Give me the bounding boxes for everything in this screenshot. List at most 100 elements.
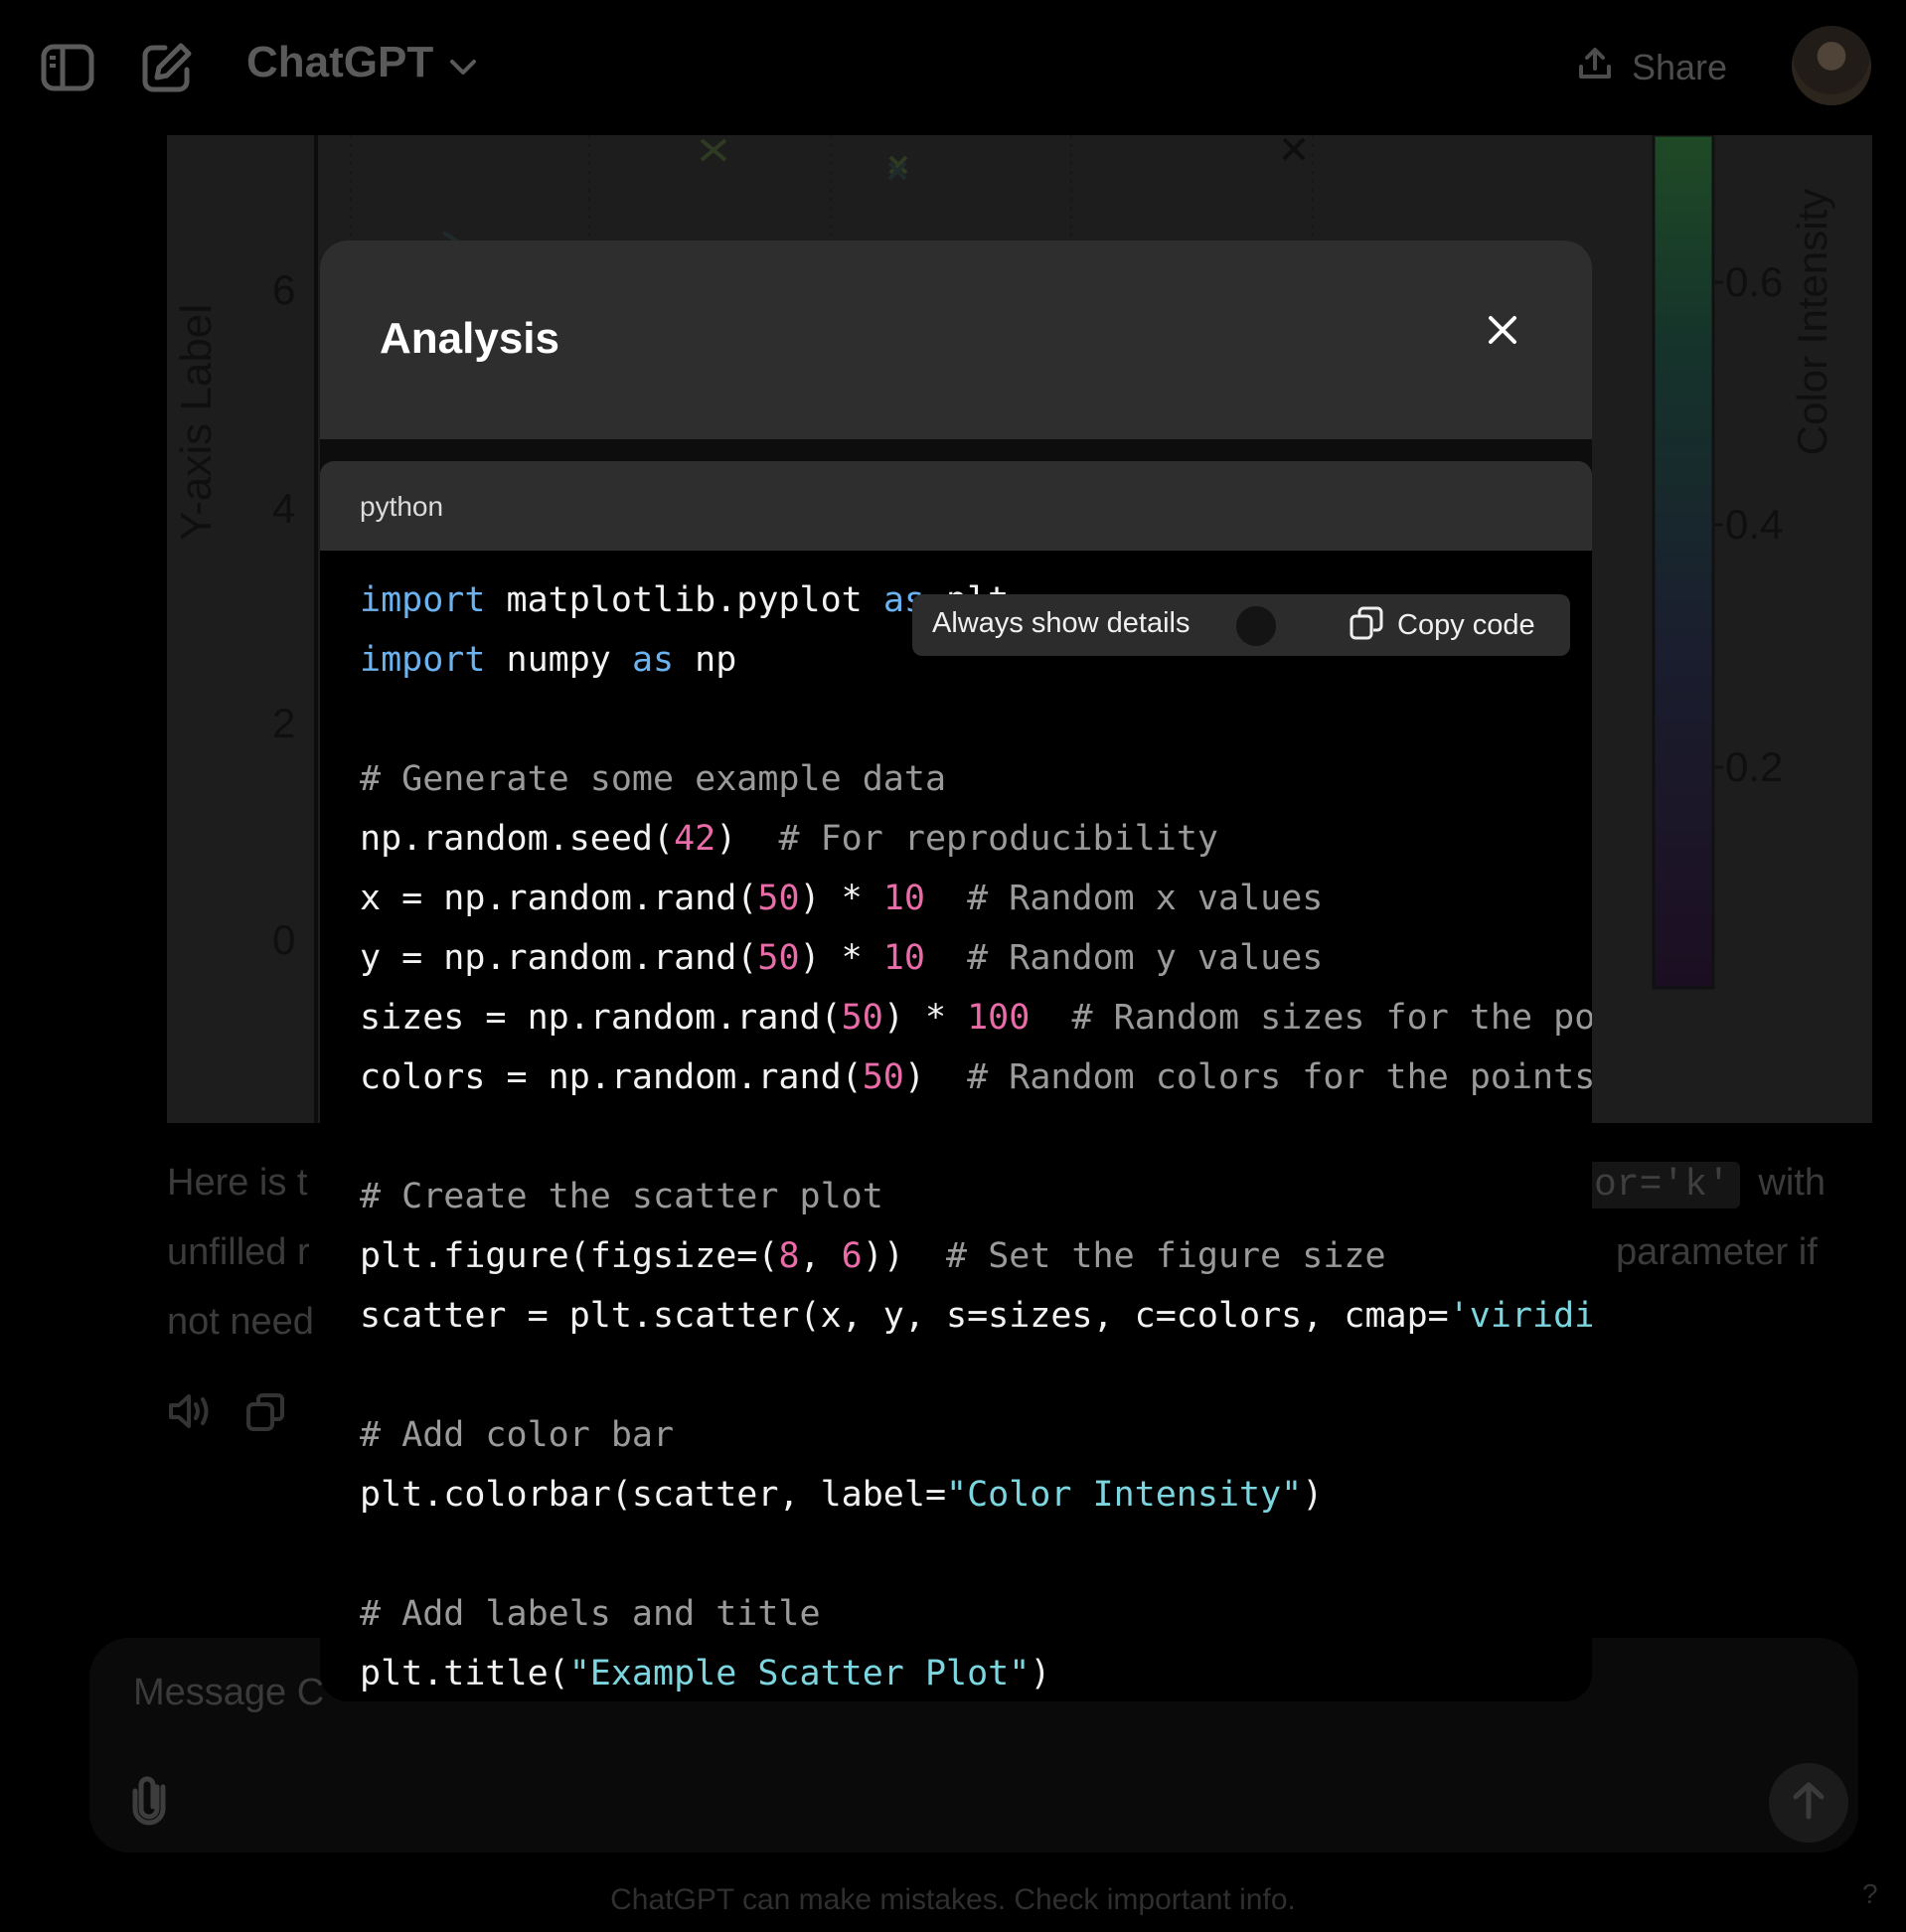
code-token: # Random y values <box>967 938 1324 978</box>
code-token: sizes = np.random.rand( <box>360 998 842 1038</box>
new-chat-icon[interactable] <box>139 40 195 95</box>
code-token: plt.colorbar(scatter, label= <box>360 1475 947 1515</box>
close-icon <box>1488 315 1517 350</box>
code-token: # Random sizes for the points <box>1071 998 1592 1038</box>
code-token: ) <box>903 1057 968 1097</box>
code-token: ) * <box>882 998 968 1038</box>
always-show-details-label: Always show details <box>932 607 1191 639</box>
code-token: # Random x values <box>967 879 1324 918</box>
modal-header: Analysis <box>320 241 1592 439</box>
y-tick-2: 2 <box>272 700 296 746</box>
code-token: ) * <box>799 938 883 978</box>
send-button[interactable] <box>1769 1763 1848 1843</box>
code-token: ) <box>715 819 779 859</box>
y-tick-0: 0 <box>272 916 296 963</box>
model-selector[interactable]: ChatGPT <box>246 38 477 87</box>
inline-code: or='k' <box>1584 1162 1740 1208</box>
code-line: plt.colorbar(scatter, label="Color Inten… <box>360 1465 1592 1525</box>
code-line: scatter = plt.scatter(x, y, s=sizes, c=c… <box>360 1286 1592 1346</box>
code-token: 8 <box>778 1236 800 1276</box>
always-show-details-toggle[interactable] <box>1236 606 1276 646</box>
code-line: # Generate some example data <box>360 749 1592 809</box>
message-actions <box>167 1391 286 1438</box>
y-tick-4: 4 <box>272 485 296 532</box>
code-token: ) <box>1302 1475 1324 1515</box>
code-token: # Generate some example data <box>360 759 947 799</box>
code-token: np.random.seed( <box>360 819 675 859</box>
colorbar-label: Color Intensity <box>1789 188 1835 456</box>
copy-icon[interactable] <box>244 1391 286 1438</box>
code-line: # Add color bar <box>360 1405 1592 1465</box>
message-line-1-tail: with <box>1758 1162 1826 1204</box>
close-button[interactable] <box>1471 300 1534 364</box>
code-block-header: python <box>320 461 1592 551</box>
code-token: np <box>674 640 737 680</box>
code-token: 10 <box>882 879 925 918</box>
message-input[interactable]: Message C <box>133 1672 324 1714</box>
code-token: as <box>631 640 675 680</box>
help-button[interactable]: ? <box>1862 1878 1878 1910</box>
copy-code-label: Copy code <box>1397 608 1535 641</box>
chevron-down-icon <box>449 38 477 87</box>
code-toolbar: Always show details Copy code <box>912 594 1570 656</box>
code-token: numpy <box>485 640 632 680</box>
colorbar-tick-06: 0.6 <box>1725 258 1784 305</box>
code-token: 'viridis' <box>1448 1296 1592 1336</box>
y-axis-label: Y-axis Label <box>172 303 221 542</box>
code-content: import matplotlib.pyplot as pltimport nu… <box>360 570 1592 1701</box>
code-token: 50 <box>757 879 800 918</box>
message-line-3-start: not need <box>167 1301 314 1343</box>
code-token: 50 <box>862 1057 904 1097</box>
code-token: matplotlib.pyplot <box>485 580 883 620</box>
colorbar-tick-04: 0.4 <box>1725 501 1784 548</box>
upload-icon <box>1578 47 1612 89</box>
code-token: , <box>799 1236 842 1276</box>
attach-icon[interactable] <box>127 1773 171 1832</box>
app-title: ChatGPT <box>246 38 434 86</box>
sidebar-toggle-icon[interactable] <box>40 40 95 95</box>
code-token: x = np.random.rand( <box>360 879 758 918</box>
code-token: scatter = plt.scatter(x, y, s=sizes, c=c… <box>360 1296 1449 1336</box>
share-button[interactable]: Share <box>1578 40 1727 95</box>
code-token: 50 <box>841 998 883 1038</box>
code-token: import <box>360 640 486 680</box>
copy-icon <box>1350 606 1383 645</box>
analysis-modal: Analysis python import matplotlib.pyplot… <box>320 241 1592 1701</box>
code-token: # Random colors for the points <box>967 1057 1592 1097</box>
code-token: # Set the figure size <box>946 1236 1386 1276</box>
code-line: y = np.random.rand(50) * 10 # Random y v… <box>360 928 1592 988</box>
message-line-2-start: unfilled r <box>167 1231 310 1273</box>
code-block[interactable]: import matplotlib.pyplot as pltimport nu… <box>320 551 1592 1701</box>
code-token: ) * <box>799 879 883 918</box>
code-token: )) <box>862 1236 947 1276</box>
code-token: "Example Scatter Plot" <box>568 1654 1031 1693</box>
copy-code-button[interactable]: Copy code <box>1350 602 1535 648</box>
code-line: plt.figure(figsize=(8, 6)) # Set the fig… <box>360 1226 1592 1286</box>
code-token: # For reproducibility <box>778 819 1218 859</box>
code-token: plt.title( <box>360 1654 569 1693</box>
y-tick-6: 6 <box>272 266 296 313</box>
code-token: y = np.random.rand( <box>360 938 758 978</box>
top-bar: ChatGPT Share <box>0 0 1906 133</box>
code-token: colors = np.random.rand( <box>360 1057 863 1097</box>
modal-title: Analysis <box>380 314 559 363</box>
code-token: 10 <box>882 938 925 978</box>
code-line: np.random.seed(42) # For reproducibility <box>360 809 1592 869</box>
code-token: 100 <box>967 998 1031 1038</box>
message-line-2-end: parameter if <box>1616 1231 1818 1273</box>
code-line: # Add labels and title <box>360 1584 1592 1644</box>
avatar[interactable] <box>1792 26 1871 105</box>
code-token: ) <box>1030 1654 1051 1693</box>
code-line: plt.title("Example Scatter Plot") <box>360 1644 1592 1701</box>
code-token: 6 <box>841 1236 863 1276</box>
read-aloud-icon[interactable] <box>167 1391 213 1438</box>
code-token: 42 <box>674 819 716 859</box>
code-token: "Color Intensity" <box>946 1475 1303 1515</box>
code-token: # Add labels and title <box>360 1594 821 1634</box>
